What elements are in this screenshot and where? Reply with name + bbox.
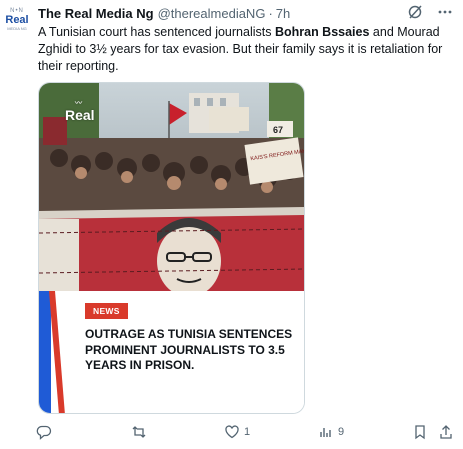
news-badge: NEWS xyxy=(85,303,128,319)
tweet[interactable]: N•N Real MEDIA NG The Real Media Ng @the… xyxy=(0,0,463,449)
reply-button[interactable] xyxy=(36,424,56,440)
media-headline: OUTRAGE AS TUNISIA SENTENCES PROMINENT J… xyxy=(85,327,293,372)
logo-text: Real xyxy=(65,107,95,123)
retweet-button[interactable] xyxy=(131,424,151,440)
timestamp[interactable]: 7h xyxy=(276,6,290,21)
sign-number: 67 xyxy=(273,125,283,135)
display-name[interactable]: The Real Media Ng xyxy=(38,6,154,21)
tweet-text: A Tunisian court has sentenced journalis… xyxy=(38,24,453,75)
handle[interactable]: @therealmediaNG xyxy=(158,6,266,21)
avatar-sub-text: MEDIA NG xyxy=(7,25,27,31)
like-count: 1 xyxy=(244,426,251,438)
tweet-text-bold: Bohran Bssaies xyxy=(274,25,370,39)
share-icon xyxy=(438,424,454,440)
like-icon xyxy=(224,424,240,440)
views-button[interactable]: 9 xyxy=(318,424,344,440)
media-card[interactable]: 67 KAIS'S REFORM MAKING INJUSTICE xyxy=(38,82,305,414)
accent-red-stripe xyxy=(49,291,65,413)
tweet-text-part: A Tunisian court has sentenced journalis… xyxy=(38,25,275,39)
avatar[interactable]: N•N Real MEDIA NG xyxy=(4,6,30,32)
share-button[interactable] xyxy=(438,424,454,440)
like-button[interactable]: 1 xyxy=(224,424,250,440)
bookmark-icon xyxy=(412,424,428,440)
views-count: 9 xyxy=(338,426,345,438)
reply-icon xyxy=(36,424,52,440)
headline-panel: NEWS OUTRAGE AS TUNISIA SENTENCES PROMIN… xyxy=(39,291,304,413)
tweet-header: The Real Media Ng @therealmediaNG · 7h xyxy=(38,4,290,22)
separator-dot: · xyxy=(268,5,273,21)
grok-slash-icon[interactable] xyxy=(407,4,423,20)
avatar-logo-text: Real xyxy=(5,13,29,26)
action-bar: 1 9 xyxy=(36,424,456,444)
views-icon xyxy=(318,424,334,440)
protest-photo[interactable]: 67 KAIS'S REFORM MAKING INJUSTICE xyxy=(39,83,304,291)
bookmark-button[interactable] xyxy=(412,424,428,440)
retweet-icon xyxy=(131,424,147,440)
header-icons xyxy=(407,4,453,20)
media-logo: 〰 Real xyxy=(65,100,95,123)
more-icon[interactable] xyxy=(437,4,453,20)
